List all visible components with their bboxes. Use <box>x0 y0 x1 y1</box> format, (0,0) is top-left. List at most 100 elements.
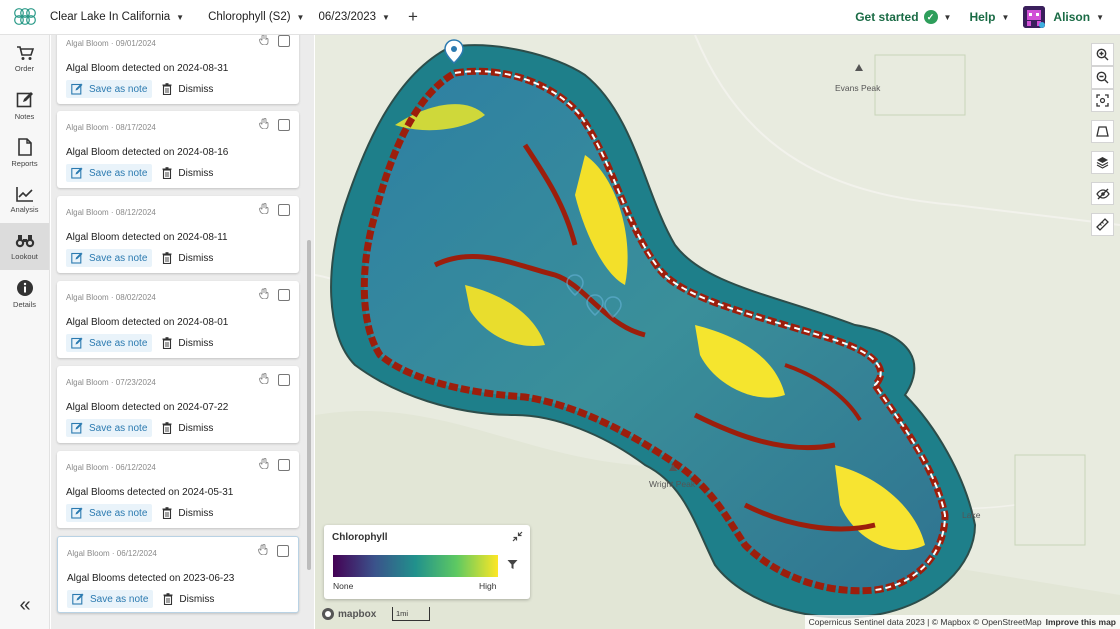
dismiss-button[interactable]: Dismiss <box>163 593 214 605</box>
save-as-note-button[interactable]: Save as note <box>66 504 153 522</box>
edit-icon <box>71 422 83 434</box>
alert-header: Algal Bloom · 08/17/2024 <box>66 123 156 132</box>
select-checkbox[interactable] <box>278 289 290 301</box>
dismiss-button[interactable]: Dismiss <box>162 83 213 95</box>
hide-overlay-button[interactable] <box>1091 182 1114 205</box>
hand-icon[interactable] <box>259 288 269 302</box>
alert-card[interactable]: Algal Bloom · 06/12/2024 Algal Blooms de… <box>57 536 299 613</box>
select-checkbox[interactable] <box>278 459 290 471</box>
edit-icon <box>71 337 83 349</box>
dismiss-button[interactable]: Dismiss <box>162 507 213 519</box>
select-checkbox[interactable] <box>278 119 290 131</box>
left-nav: Order Notes Reports Analysis Lookout Det… <box>0 35 50 629</box>
place-label: Wright Peak <box>649 479 696 489</box>
map-view[interactable]: Evans Peak Wright Peak Lake Chlorophyll … <box>315 35 1120 629</box>
collapse-sidebar-button[interactable]: « <box>0 594 50 617</box>
edit-icon <box>71 83 83 95</box>
nav-item-reports[interactable]: Reports <box>0 129 49 176</box>
nav-label: Order <box>14 63 35 73</box>
dismiss-button[interactable]: Dismiss <box>162 252 213 264</box>
alert-header: Algal Bloom · 07/23/2024 <box>66 378 156 387</box>
alert-title: Algal Bloom detected on 2024-08-16 <box>66 147 229 158</box>
trash-icon <box>162 422 172 434</box>
avatar <box>1023 6 1046 28</box>
dismiss-button[interactable]: Dismiss <box>162 167 213 179</box>
chlorophyll-legend: Chlorophyll None High <box>324 525 530 599</box>
date-selector[interactable]: 06/23/2023 ▼ <box>318 0 389 35</box>
improve-map-link[interactable]: Improve this map <box>1046 617 1116 627</box>
fit-extent-button[interactable] <box>1091 89 1114 112</box>
app-logo[interactable] <box>0 0 50 35</box>
select-checkbox[interactable] <box>278 35 290 47</box>
save-as-note-button[interactable]: Save as note <box>66 249 153 267</box>
nav-label: Reports <box>11 158 38 168</box>
trash-icon <box>162 167 172 179</box>
alerts-panel: Algal Bloom · 09/01/2024 Algal Bloom det… <box>51 35 314 629</box>
binoculars-icon <box>15 234 34 247</box>
project-selector[interactable]: Clear Lake In California ▼ <box>50 0 184 35</box>
select-checkbox[interactable] <box>277 545 289 557</box>
hand-icon[interactable] <box>259 35 269 48</box>
filter-button[interactable] <box>507 559 518 573</box>
alert-card[interactable]: Algal Bloom · 08/17/2024 Algal Bloom det… <box>57 111 299 188</box>
alert-header: Algal Bloom · 09/01/2024 <box>66 39 156 48</box>
hand-icon[interactable] <box>259 458 269 472</box>
save-as-note-label: Save as note <box>89 252 148 264</box>
hand-icon[interactable] <box>258 544 268 558</box>
nav-item-order[interactable]: Order <box>0 35 49 82</box>
zoom-in-icon <box>1096 48 1109 61</box>
help-menu[interactable]: Help ▼ <box>969 10 1009 24</box>
trash-icon <box>162 83 172 95</box>
chevron-down-icon: ▼ <box>176 12 185 22</box>
save-as-note-button[interactable]: Save as note <box>66 334 153 352</box>
alert-card[interactable]: Algal Bloom · 08/12/2024 Algal Bloom det… <box>57 196 299 273</box>
ruler-button[interactable] <box>1091 213 1114 236</box>
alert-card[interactable]: Algal Bloom · 07/23/2024 Algal Bloom det… <box>57 366 299 443</box>
user-name: Alison <box>1053 10 1091 24</box>
layers-button[interactable] <box>1091 151 1114 174</box>
chevron-down-icon: ▼ <box>1096 12 1104 22</box>
alert-title: Algal Bloom detected on 2024-08-11 <box>66 232 228 243</box>
alert-header: Algal Bloom · 06/12/2024 <box>67 549 157 558</box>
hand-icon[interactable] <box>259 373 269 387</box>
alert-header: Algal Bloom · 08/02/2024 <box>66 293 156 302</box>
select-checkbox[interactable] <box>278 374 290 386</box>
measure-icon <box>1096 126 1109 137</box>
save-as-note-button[interactable]: Save as note <box>67 590 154 608</box>
hide-icon <box>1095 188 1110 199</box>
dismiss-label: Dismiss <box>178 83 214 95</box>
nav-item-lookout[interactable]: Lookout <box>0 223 49 270</box>
layer-selector[interactable]: Chlorophyll (S2) ▼ <box>208 0 304 35</box>
dismiss-button[interactable]: Dismiss <box>162 422 213 434</box>
nav-item-details[interactable]: Details <box>0 270 49 317</box>
panel-scrollbar[interactable] <box>307 240 311 570</box>
zoom-out-button[interactable] <box>1091 66 1114 89</box>
get-started-button[interactable]: Get started ✓ ▼ <box>855 10 951 24</box>
dismiss-button[interactable]: Dismiss <box>162 337 213 349</box>
hand-icon[interactable] <box>259 203 269 217</box>
select-checkbox[interactable] <box>278 204 290 216</box>
alert-title: Algal Blooms detected on 2023-06-23 <box>67 573 235 584</box>
save-as-note-button[interactable]: Save as note <box>66 419 153 437</box>
project-name: Clear Lake In California <box>50 11 171 23</box>
save-as-note-button[interactable]: Save as note <box>66 80 153 98</box>
alert-title: Algal Bloom detected on 2024-07-22 <box>66 402 229 413</box>
measure-area-button[interactable] <box>1091 120 1114 143</box>
mapbox-logo[interactable]: mapbox <box>321 607 376 621</box>
alert-card[interactable]: Algal Bloom · 09/01/2024 Algal Bloom det… <box>57 35 299 104</box>
add-date-button[interactable]: + <box>408 7 418 27</box>
alert-card[interactable]: Algal Bloom · 06/12/2024 Algal Blooms de… <box>57 451 299 528</box>
trash-icon <box>162 507 172 519</box>
zoom-out-icon <box>1096 71 1109 84</box>
nav-item-analysis[interactable]: Analysis <box>0 176 49 223</box>
alert-card[interactable]: Algal Bloom · 08/02/2024 Algal Bloom det… <box>57 281 299 358</box>
nav-item-notes[interactable]: Notes <box>0 82 49 129</box>
dismiss-label: Dismiss <box>178 337 214 349</box>
save-as-note-button[interactable]: Save as note <box>66 164 153 182</box>
legend-low-label: None <box>333 581 354 591</box>
hand-icon[interactable] <box>259 118 269 132</box>
collapse-legend-button[interactable] <box>512 531 523 545</box>
nav-label: Analysis <box>10 204 39 214</box>
user-menu[interactable]: Alison ▼ <box>1023 6 1104 28</box>
zoom-in-button[interactable] <box>1091 43 1114 66</box>
